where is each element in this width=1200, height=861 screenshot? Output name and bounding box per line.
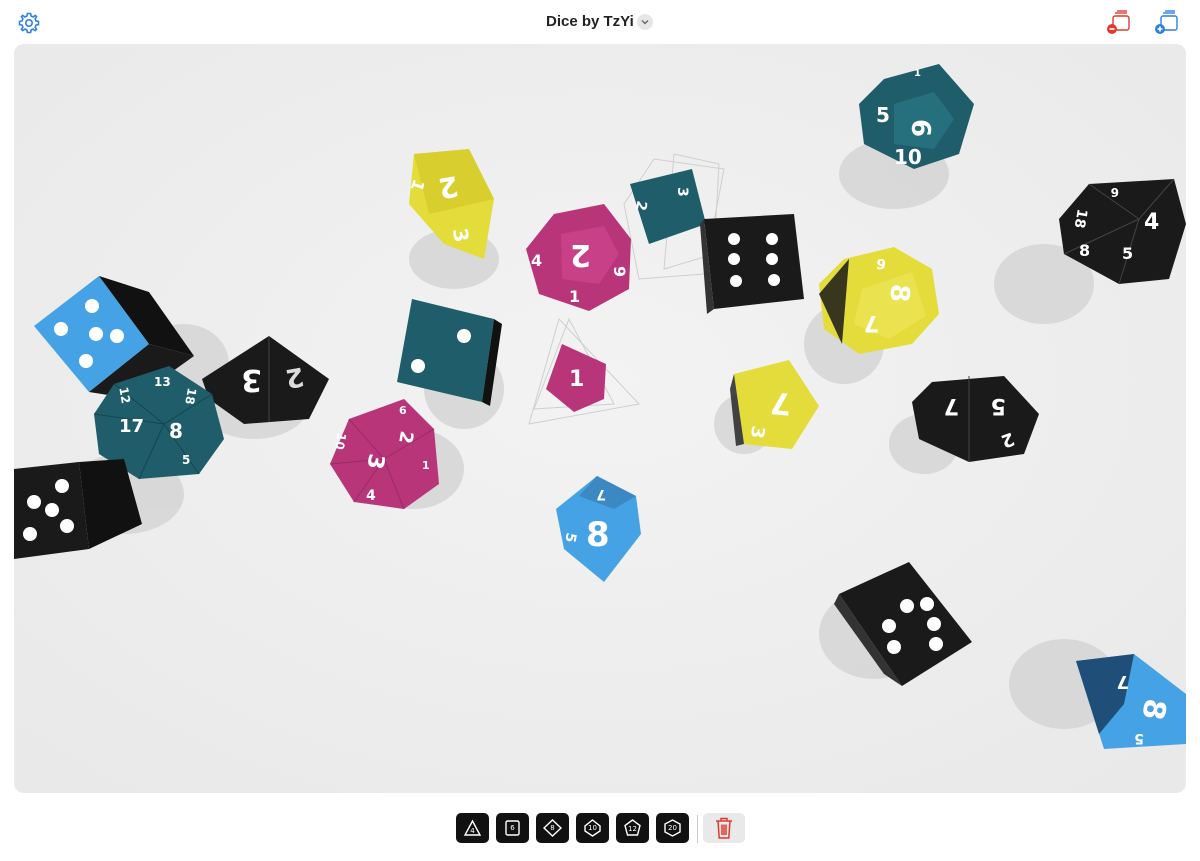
svg-text:6: 6: [905, 119, 935, 137]
trash-icon: [716, 817, 732, 839]
toolbar-divider: [697, 815, 698, 843]
svg-text:4: 4: [531, 251, 542, 270]
gear-icon: [18, 12, 40, 34]
title-menu-button[interactable]: [637, 14, 653, 30]
svg-text:1: 1: [422, 459, 430, 472]
svg-text:8: 8: [1079, 241, 1090, 260]
app-title[interactable]: Dice by TzYi: [546, 13, 634, 30]
svg-text:1: 1: [569, 287, 580, 306]
dice-canvas[interactable]: 6 5 10 1 2 3 1 2 4 9 1 3 2 4 18 8 5 6 3 …: [14, 44, 1186, 793]
chevron-down-icon: [641, 20, 649, 25]
svg-text:5: 5: [876, 103, 890, 127]
add-d12-button[interactable]: 12: [616, 813, 649, 843]
d6-black-die[interactable]: [700, 214, 804, 314]
svg-text:7: 7: [944, 393, 959, 418]
svg-text:18: 18: [182, 387, 199, 406]
svg-text:9: 9: [610, 266, 629, 277]
remove-dice-set-icon: [1107, 10, 1130, 34]
svg-text:8: 8: [586, 515, 610, 555]
svg-text:13: 13: [154, 375, 171, 389]
dice-scene: 6 5 10 1 2 3 1 2 4 9 1 3 2 4 18 8 5 6 3 …: [14, 44, 1186, 793]
svg-text:18: 18: [1071, 208, 1090, 230]
svg-text:8: 8: [169, 419, 183, 443]
add-d20-button[interactable]: 20: [656, 813, 689, 843]
remove-dice-set-button[interactable]: [1106, 10, 1132, 36]
svg-text:7: 7: [864, 310, 879, 335]
svg-text:5: 5: [991, 393, 1006, 418]
settings-button[interactable]: [18, 12, 40, 34]
svg-text:6: 6: [1111, 185, 1119, 199]
add-d8-button[interactable]: 8: [536, 813, 569, 843]
top-bar: Dice by TzYi: [0, 0, 1200, 44]
svg-text:5: 5: [182, 453, 190, 467]
svg-text:7: 7: [596, 486, 606, 502]
svg-text:1: 1: [914, 68, 921, 79]
svg-text:1: 1: [569, 367, 584, 392]
add-d10-button[interactable]: 10: [576, 813, 609, 843]
svg-text:3: 3: [674, 187, 690, 197]
svg-text:12: 12: [116, 386, 133, 405]
add-dice-set-icon: [1155, 10, 1178, 34]
add-dice-set-button[interactable]: [1154, 10, 1180, 36]
svg-text:10: 10: [332, 432, 349, 451]
svg-text:3: 3: [241, 362, 262, 397]
add-d4-button[interactable]: 4: [456, 813, 489, 843]
svg-text:4: 4: [1144, 210, 1159, 235]
svg-text:5: 5: [1134, 730, 1144, 746]
svg-text:5: 5: [1122, 244, 1133, 263]
svg-text:7: 7: [769, 384, 793, 421]
clear-dice-button[interactable]: [703, 813, 745, 843]
svg-text:8: 8: [883, 283, 914, 304]
svg-text:4: 4: [366, 488, 376, 504]
svg-text:6: 6: [399, 404, 407, 417]
svg-text:2: 2: [570, 237, 591, 272]
add-d6-button[interactable]: 6: [496, 813, 529, 843]
svg-text:17: 17: [119, 416, 144, 437]
svg-text:7: 7: [1116, 671, 1129, 692]
svg-text:10: 10: [894, 145, 922, 169]
dice-toolbar: 4 6 8 10 12 20: [0, 813, 1200, 845]
